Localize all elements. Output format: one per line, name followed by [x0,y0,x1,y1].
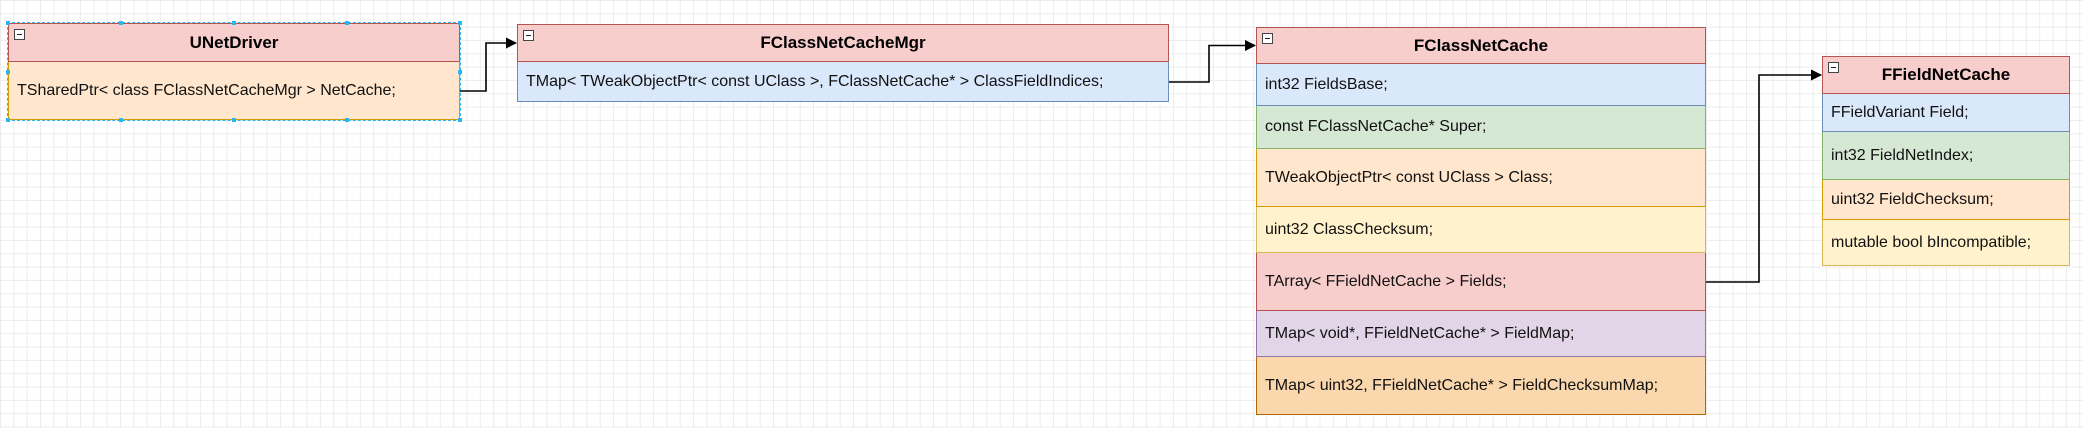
resize-handle[interactable] [458,21,462,25]
class-header-fclassnetcachemgr[interactable]: FClassNetCacheMgr [517,24,1169,62]
class-field[interactable]: const FClassNetCache* Super; [1256,106,1706,149]
class-header-fclassnetcache[interactable]: FClassNetCache [1256,27,1706,64]
class-box-fclassnetcachemgr[interactable]: FClassNetCacheMgr TMap< TWeakObjectPtr< c… [517,24,1169,102]
resize-handle[interactable] [458,118,462,122]
class-field[interactable]: uint32 FieldChecksum; [1822,180,2070,220]
class-title: FFieldNetCache [1881,65,2011,84]
class-field[interactable]: TMap< TWeakObjectPtr< const UClass >, FC… [517,62,1169,102]
class-field[interactable]: TMap< uint32, FFieldNetCache* > FieldChe… [1256,357,1706,415]
resize-handle[interactable] [345,21,349,25]
field-text: TArray< FFieldNetCache > Fields; [1265,272,1507,290]
resize-handle[interactable] [232,21,236,25]
class-box-fclassnetcache[interactable]: FClassNetCache int32 FieldsBase; const FCl… [1256,27,1706,415]
class-field[interactable]: TWeakObjectPtr< const UClass > Class; [1256,149,1706,207]
field-text: int32 FieldsBase; [1265,75,1388,93]
class-field[interactable]: FFieldVariant Field; [1822,94,2070,132]
class-field[interactable]: TMap< void*, FFieldNetCache* > FieldMap; [1256,311,1706,357]
field-text: TMap< uint32, FFieldNetCache* > FieldChe… [1265,376,1659,394]
class-title: FClassNetCacheMgr [760,33,926,52]
field-text: uint32 FieldChecksum; [1831,190,1994,208]
collapse-icon[interactable] [1262,33,1273,44]
class-field[interactable]: uint32 ClassChecksum; [1256,207,1706,253]
resize-handle[interactable] [6,69,10,74]
resize-handle[interactable] [345,118,349,122]
resize-handle[interactable] [119,21,123,25]
class-field[interactable]: int32 FieldNetIndex; [1822,132,2070,180]
resize-handle[interactable] [6,118,10,122]
resize-handle[interactable] [119,118,123,122]
collapse-icon[interactable] [1828,62,1839,73]
resize-handle[interactable] [6,21,10,25]
field-text: int32 FieldNetIndex; [1831,146,1974,164]
field-text: uint32 ClassChecksum; [1265,220,1434,238]
field-text: FFieldVariant Field; [1831,103,1969,121]
resize-handle[interactable] [232,118,236,122]
diagram-canvas[interactable]: UNetDriver TSharedPtr< class FClassNetCac… [0,0,2083,428]
class-field[interactable]: TArray< FFieldNetCache > Fields; [1256,253,1706,311]
field-text: TMap< TWeakObjectPtr< const UClass >, FC… [526,72,1104,90]
field-text: TSharedPtr< class FClassNetCacheMgr > Ne… [17,81,396,99]
class-box-unetdriver[interactable]: UNetDriver TSharedPtr< class FClassNetCac… [6,21,462,122]
class-field[interactable]: int32 FieldsBase; [1256,64,1706,106]
class-field[interactable]: TSharedPtr< class FClassNetCacheMgr > Ne… [8,62,460,120]
field-text: const FClassNetCache* Super; [1265,118,1487,135]
class-box-ffieldnetcache[interactable]: FFieldNetCache FFieldVariant Field; int32 … [1822,56,2070,266]
class-field[interactable]: mutable bool bIncompatible; [1822,220,2070,266]
class-title: FClassNetCache [1413,35,1549,55]
class-title: UNetDriver [189,32,279,52]
resize-handle[interactable] [458,69,462,74]
class-header-ffieldnetcache[interactable]: FFieldNetCache [1822,56,2070,94]
collapse-icon[interactable] [523,30,534,41]
field-text: mutable bool bIncompatible; [1831,233,2032,251]
class-header-unetdriver[interactable]: UNetDriver [8,23,460,62]
field-text: TWeakObjectPtr< const UClass > Class; [1265,168,1553,186]
collapse-icon[interactable] [14,29,25,40]
field-text: TMap< void*, FFieldNetCache* > FieldMap; [1265,324,1575,342]
